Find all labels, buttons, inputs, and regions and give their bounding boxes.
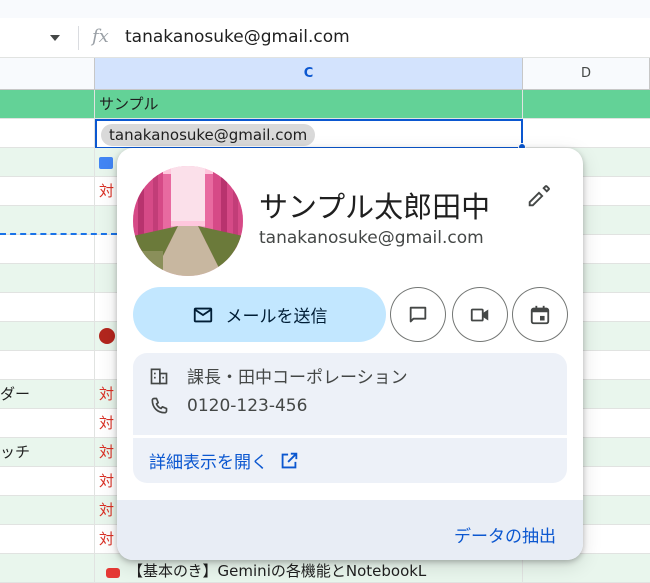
- cell[interactable]: [0, 322, 95, 350]
- cell[interactable]: [0, 496, 95, 524]
- video-call-button[interactable]: [452, 287, 508, 342]
- chat-button[interactable]: [390, 287, 446, 342]
- cell[interactable]: [0, 90, 95, 118]
- open-details-link[interactable]: 詳細表示を開く: [149, 448, 300, 473]
- column-header-c[interactable]: C: [95, 58, 523, 90]
- contact-details-box: 課長・田中コーポレーション 0120-123-456 詳細表示を開く: [133, 353, 567, 483]
- cell[interactable]: ダー: [0, 380, 95, 408]
- cell[interactable]: [0, 264, 95, 292]
- youtube-icon: [106, 568, 120, 578]
- video-icon: [470, 308, 489, 321]
- extract-data-button[interactable]: データの抽出: [454, 522, 556, 547]
- cell[interactable]: [523, 90, 650, 118]
- red-chip-icon: [99, 328, 115, 344]
- send-mail-label: メールを送信: [225, 307, 328, 327]
- mail-icon: [193, 307, 212, 322]
- table-row: サンプル: [0, 90, 650, 119]
- cell[interactable]: [0, 554, 95, 582]
- chat-icon: [409, 306, 427, 322]
- toolbar-strip: [0, 0, 650, 18]
- column-header-d[interactable]: D: [523, 58, 650, 90]
- phone-number[interactable]: 0120-123-456: [187, 396, 307, 416]
- open-details-label: 詳細表示を開く: [149, 453, 268, 473]
- cell[interactable]: [0, 525, 95, 553]
- job-row: 課長・田中コーポレーション: [149, 363, 408, 388]
- open-external-icon: [281, 452, 298, 468]
- fx-icon: fx: [92, 26, 109, 47]
- cell[interactable]: [523, 119, 650, 147]
- calendar-icon: [530, 305, 550, 324]
- name-box-dropdown-icon[interactable]: [50, 35, 60, 41]
- building-icon: [150, 368, 168, 384]
- cell[interactable]: [0, 467, 95, 495]
- edit-icon[interactable]: [525, 182, 553, 210]
- cell[interactable]: [0, 177, 95, 205]
- phone-icon: [151, 397, 168, 414]
- cell[interactable]: [0, 235, 95, 263]
- cell[interactable]: [0, 148, 95, 176]
- formula-bar-separator: [78, 26, 79, 50]
- contact-name: サンプル太郎田中: [259, 190, 491, 224]
- cell[interactable]: [0, 409, 95, 437]
- contact-email: tanakanosuke@gmail.com: [259, 228, 484, 248]
- person-hover-card: サンプル太郎田中 tanakanosuke@gmail.com メールを送信 課…: [117, 148, 583, 560]
- column-header-b[interactable]: [0, 58, 95, 90]
- cell[interactable]: [0, 119, 95, 147]
- avatar[interactable]: [133, 166, 243, 276]
- copy-marquee: [0, 233, 117, 235]
- job-title: 課長・田中コーポレーション: [187, 368, 408, 388]
- formula-bar: fx tanakanosuke@gmail.com: [0, 18, 650, 58]
- cell-selection: [95, 119, 523, 149]
- cell-text: 【基本のき】Geminiの各機能とNotebookL: [128, 562, 427, 580]
- cell[interactable]: [0, 351, 95, 379]
- doc-icon: [99, 157, 113, 169]
- cell[interactable]: [0, 206, 95, 234]
- cell[interactable]: [0, 293, 95, 321]
- divider: [133, 435, 567, 438]
- cell[interactable]: ッチ: [0, 438, 95, 466]
- card-footer: データの抽出: [117, 500, 583, 560]
- send-mail-button[interactable]: メールを送信: [133, 287, 386, 342]
- formula-input[interactable]: tanakanosuke@gmail.com: [125, 27, 350, 47]
- header-cell[interactable]: サンプル: [95, 90, 523, 118]
- calendar-button[interactable]: [512, 287, 568, 342]
- phone-row: 0120-123-456: [149, 396, 307, 416]
